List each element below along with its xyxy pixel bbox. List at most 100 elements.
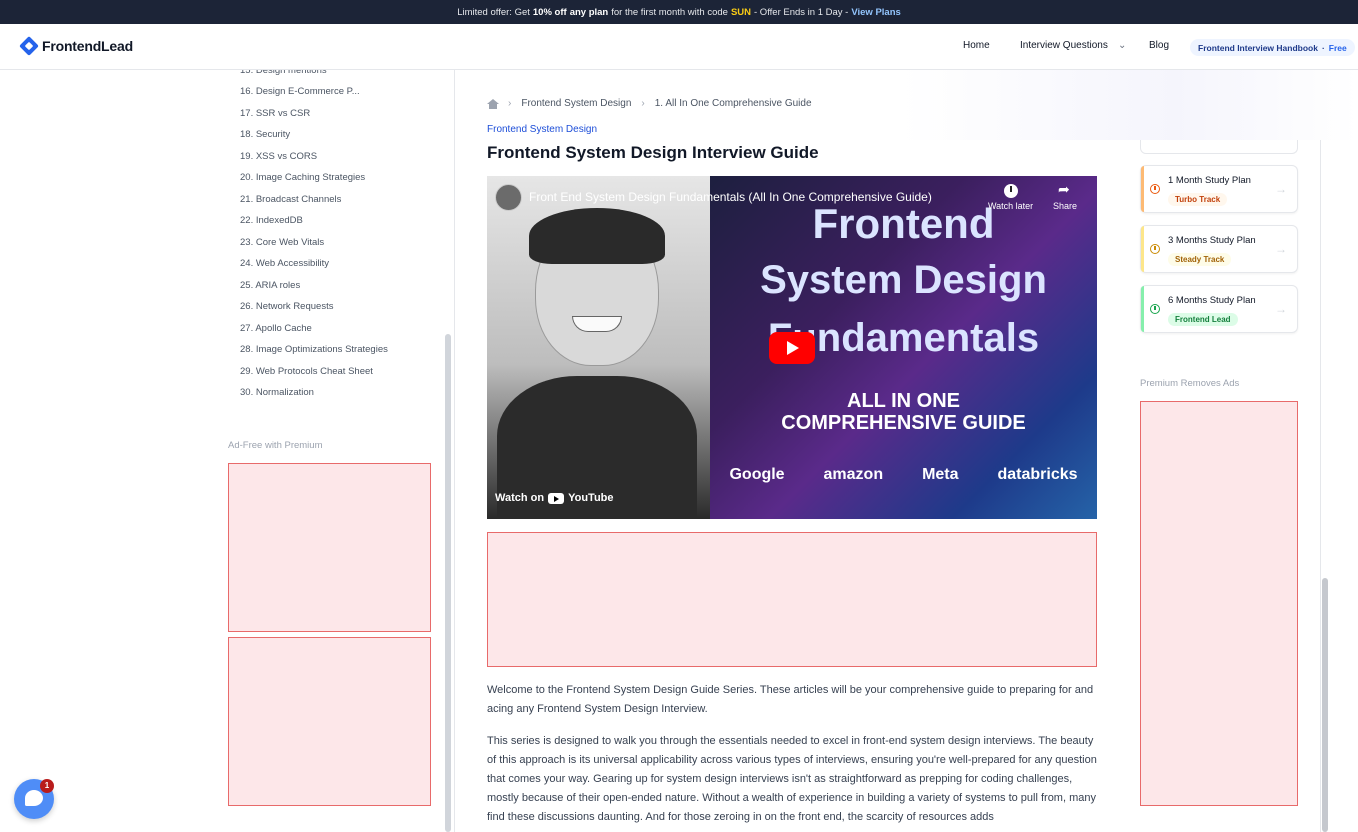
ad-slot-main <box>487 532 1097 667</box>
handbook-separator: · <box>1321 42 1325 53</box>
clock-icon <box>1150 304 1160 314</box>
ad-slot-left-1 <box>228 463 431 632</box>
ad-slot-right <box>1140 401 1298 806</box>
body-paragraph: This series is designed to walk you thro… <box>487 735 1097 823</box>
share-icon <box>1058 181 1072 198</box>
channel-avatar[interactable] <box>495 184 522 211</box>
plan-accent <box>1141 166 1144 212</box>
toc-item[interactable]: 18. Security <box>240 129 290 140</box>
toc-item[interactable]: 23. Core Web Vitals <box>240 237 324 248</box>
toc-item[interactable]: 24. Web Accessibility <box>240 258 329 269</box>
company-logos: Google amazon Meta databricks <box>710 466 1097 484</box>
toc-item[interactable]: 21. Broadcast Channels <box>240 194 341 205</box>
plan-title: 6 Months Study Plan <box>1168 295 1256 306</box>
home-icon[interactable] <box>487 98 499 109</box>
plan-card-1-month[interactable]: 1 Month Study Plan Turbo Track → <box>1140 165 1298 213</box>
databricks-logo: databricks <box>997 466 1078 483</box>
chat-notification-badge: 1 <box>40 779 54 793</box>
play-button[interactable] <box>769 332 815 364</box>
chevron-right-icon: › <box>641 98 645 109</box>
toc-item[interactable]: 19. XSS vs CORS <box>240 151 317 162</box>
page-title: Frontend System Design Interview Guide <box>487 143 819 162</box>
toc-item[interactable]: 22. IndexedDB <box>240 215 303 226</box>
toc-item[interactable]: 26. Network Requests <box>240 301 333 312</box>
plan-card-6-months[interactable]: 6 Months Study Plan Frontend Lead → <box>1140 285 1298 333</box>
plan-badge: Steady Track <box>1168 253 1232 266</box>
share-button[interactable]: Share <box>1053 181 1078 211</box>
toc-item[interactable]: 30. Normalization <box>240 387 314 398</box>
breadcrumb-item[interactable]: 1. All In One Comprehensive Guide <box>655 98 812 109</box>
page-scrollbar-track <box>1320 140 1321 832</box>
thumbnail-sub-1: ALL IN ONE <box>847 390 960 412</box>
nav-home[interactable]: Home <box>963 40 990 51</box>
thumbnail-sub-2: COMPREHENSIVE GUIDE <box>781 412 1026 434</box>
header-glow <box>900 70 1358 140</box>
share-label: Share <box>1053 201 1078 211</box>
promo-ends: - Offer Ends in 1 Day - <box>754 6 849 18</box>
youtube-icon <box>548 492 565 504</box>
amazon-logo: amazon <box>823 466 884 483</box>
chevron-right-icon: › <box>508 98 512 109</box>
right-ad-label: Premium Removes Ads <box>1140 378 1240 389</box>
plan-card-partial[interactable] <box>1140 140 1298 154</box>
google-logo: Google <box>729 466 785 483</box>
arrow-right-icon: → <box>1275 242 1287 256</box>
arrow-right-icon: → <box>1275 182 1287 196</box>
intro-paragraph: Welcome to the Frontend System Design Gu… <box>487 684 1094 715</box>
clock-icon <box>1150 244 1160 254</box>
left-ad-label: Ad-Free with Premium <box>228 440 323 451</box>
chevron-down-icon[interactable]: ⌄ <box>1118 40 1126 51</box>
site-header: FrontendLead Home Interview Questions ⌄ … <box>0 24 1358 70</box>
view-plans-link[interactable]: View Plans <box>851 7 900 18</box>
thumbnail-headline-1: Frontend <box>812 200 995 247</box>
sidebar-scrollbar[interactable] <box>445 334 451 832</box>
video-thumbnail-portrait <box>487 176 710 519</box>
breadcrumb: › Frontend System Design › 1. All In One… <box>487 98 812 109</box>
page-scrollbar[interactable] <box>1322 578 1328 832</box>
thumbnail-headline-2: System Design <box>760 258 1047 302</box>
watch-on-label: Watch on <box>495 492 545 504</box>
toc-item[interactable]: 17. SSR vs CSR <box>240 108 310 119</box>
toc-item[interactable]: 27. Apollo Cache <box>240 323 312 334</box>
toc-item[interactable]: 29. Web Protocols Cheat Sheet <box>240 366 373 377</box>
promo-suffix: for the first month with code <box>611 6 728 18</box>
video-player[interactable]: Frontend System Design Fundamentals ALL … <box>487 176 1097 519</box>
meta-logo: Meta <box>922 466 959 483</box>
promo-code: SUN <box>730 6 751 18</box>
handbook-pill[interactable]: Frontend Interview Handbook · Free <box>1190 39 1355 56</box>
toc-item[interactable]: 16. Design E-Commerce P... <box>240 86 360 97</box>
plan-accent <box>1141 226 1144 272</box>
handbook-label: Frontend Interview Handbook <box>1198 42 1318 53</box>
plan-card-3-months[interactable]: 3 Months Study Plan Steady Track → <box>1140 225 1298 273</box>
plan-badge: Frontend Lead <box>1168 313 1238 326</box>
ad-slot-left-2 <box>228 637 431 806</box>
promo-middle: any plan <box>569 6 609 18</box>
clock-icon <box>1150 184 1160 194</box>
promo-discount: 10% off <box>532 6 567 18</box>
plan-title: 3 Months Study Plan <box>1168 235 1256 246</box>
logo-text: FrontendLead <box>42 38 133 54</box>
youtube-wordmark: YouTube <box>568 492 614 504</box>
article-category[interactable]: Frontend System Design <box>487 124 597 135</box>
toc-item[interactable]: 28. Image Optimizations Strategies <box>240 344 388 355</box>
watch-later-label: Watch later <box>988 201 1034 211</box>
arrow-right-icon: → <box>1275 302 1287 316</box>
watch-on-youtube[interactable]: Watch on YouTube <box>495 492 614 504</box>
plan-accent <box>1141 286 1144 332</box>
video-title[interactable]: Front End System Design Fundamentals (Al… <box>529 190 932 204</box>
clock-icon <box>1003 184 1018 198</box>
nav-blog[interactable]: Blog <box>1149 40 1169 51</box>
plan-badge: Turbo Track <box>1168 193 1228 206</box>
promo-prefix: Limited offer: Get <box>457 6 530 18</box>
toc-item[interactable]: 25. ARIA roles <box>240 280 300 291</box>
handbook-free: Free <box>1328 42 1347 53</box>
nav-interview-questions[interactable]: Interview Questions <box>1020 40 1108 51</box>
logo-icon <box>19 36 39 56</box>
plan-title: 1 Month Study Plan <box>1168 175 1251 186</box>
portrait-hair <box>529 208 665 264</box>
breadcrumb-item[interactable]: Frontend System Design <box>521 98 631 109</box>
watch-later-button[interactable]: Watch later <box>988 184 1033 211</box>
promo-banner: Limited offer: Get 10% off any plan for … <box>0 0 1358 24</box>
logo[interactable]: FrontendLead <box>19 36 133 56</box>
toc-item[interactable]: 20. Image Caching Strategies <box>240 172 365 183</box>
